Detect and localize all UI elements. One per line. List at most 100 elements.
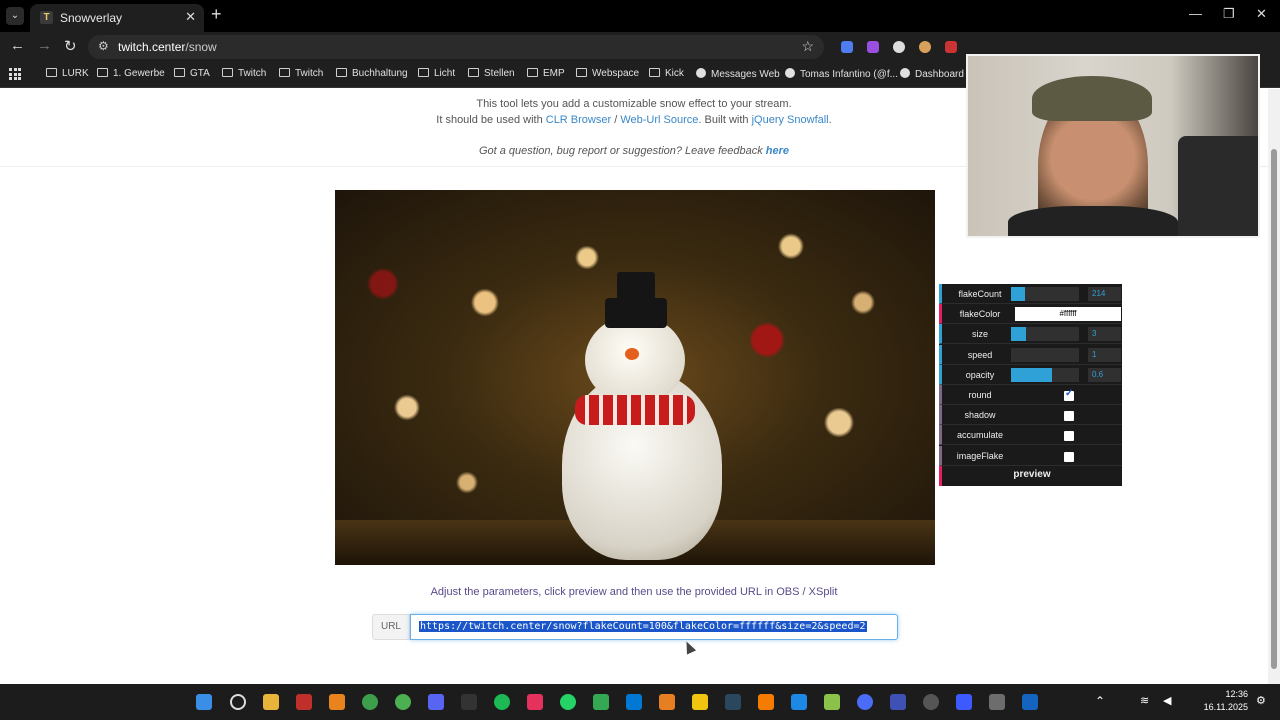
- extension-icon[interactable]: [867, 41, 879, 53]
- flakecount-slider[interactable]: [1011, 287, 1079, 301]
- steam-icon[interactable]: [725, 694, 741, 710]
- preview-button[interactable]: preview: [939, 466, 1122, 486]
- web-url-source-link[interactable]: Web-Url Source: [620, 114, 698, 126]
- bookmark-folder[interactable]: Stellen: [468, 68, 515, 79]
- search-icon[interactable]: [230, 694, 246, 710]
- spotify-icon[interactable]: [494, 694, 510, 710]
- discord-icon[interactable]: [428, 694, 444, 710]
- accumulate-checkbox[interactable]: [1064, 431, 1074, 441]
- extension-icon[interactable]: [945, 41, 957, 53]
- instructions-text: Adjust the parameters, click preview and…: [430, 586, 838, 598]
- back-button[interactable]: ←: [10, 37, 25, 54]
- opacity-slider[interactable]: [1011, 368, 1079, 382]
- app-icon[interactable]: [758, 694, 774, 710]
- epic-games-icon[interactable]: [461, 694, 477, 710]
- app-icon[interactable]: [890, 694, 906, 710]
- chrome-icon[interactable]: [395, 694, 411, 710]
- size-slider[interactable]: [1011, 327, 1079, 341]
- globe-icon: [696, 68, 706, 78]
- minimize-button[interactable]: —: [1189, 6, 1202, 21]
- bookmark-link[interactable]: Tomas Infantino (@f...: [785, 68, 898, 80]
- volume-icon[interactable]: ◀: [1163, 694, 1171, 707]
- vlc-icon[interactable]: [329, 694, 345, 710]
- whatsapp-icon[interactable]: [560, 694, 576, 710]
- filezilla-icon[interactable]: [296, 694, 312, 710]
- tab-snowverlay[interactable]: T Snowverlay ✕: [30, 4, 204, 32]
- app-icon[interactable]: [791, 694, 807, 710]
- url-output-group: URL https://twitch.center/snow?flakeCoun…: [372, 614, 898, 640]
- feedback-here-link[interactable]: here: [766, 145, 789, 157]
- bookmark-folder[interactable]: LURK: [46, 68, 89, 79]
- forward-button[interactable]: →: [37, 37, 52, 54]
- address-bar[interactable]: ⚙ twitch.center/snow ☆: [88, 35, 824, 59]
- bookmark-folder[interactable]: EMP: [527, 68, 565, 79]
- notifications-icon[interactable]: ⚙: [1256, 694, 1266, 707]
- speed-slider[interactable]: [1011, 348, 1079, 362]
- app-icon[interactable]: [1022, 694, 1038, 710]
- close-window-button[interactable]: ✕: [1256, 6, 1267, 22]
- imageflake-checkbox[interactable]: [1064, 452, 1074, 462]
- app-icon[interactable]: [989, 694, 1005, 710]
- wifi-icon[interactable]: ≋: [1140, 694, 1149, 707]
- folder-icon: [468, 68, 479, 77]
- globe-icon: [785, 68, 795, 78]
- size-input[interactable]: 3: [1088, 327, 1121, 341]
- file-explorer-icon[interactable]: [263, 694, 279, 710]
- tab-search-dropdown[interactable]: ⌄: [6, 7, 24, 25]
- bookmark-folder[interactable]: Licht: [418, 68, 455, 79]
- bookmark-folder[interactable]: Twitch: [279, 68, 323, 79]
- bookmark-link[interactable]: Messages Web: [696, 68, 780, 80]
- site-info-icon[interactable]: ⚙: [98, 39, 109, 53]
- chrome-icon[interactable]: [362, 694, 378, 710]
- clock-time[interactable]: 12:36: [1200, 689, 1248, 699]
- bookmark-folder[interactable]: Webspace: [576, 68, 639, 79]
- opacity-input[interactable]: 0.6: [1088, 368, 1121, 382]
- accumulate-control: accumulate: [939, 425, 1122, 445]
- jquery-snowfall-link[interactable]: jQuery Snowfall: [752, 114, 829, 126]
- speed-input[interactable]: 1: [1088, 348, 1121, 362]
- app-icon[interactable]: [593, 694, 609, 710]
- bookmark-folder[interactable]: Twitch: [222, 68, 266, 79]
- folder-icon: [336, 68, 347, 77]
- new-tab-button[interactable]: +: [211, 4, 222, 25]
- apps-grid-icon[interactable]: [9, 68, 21, 80]
- reload-button[interactable]: ↻: [64, 37, 77, 55]
- flakecount-input[interactable]: 214: [1088, 287, 1121, 301]
- snow-preview-image: [335, 190, 935, 565]
- folder-icon: [576, 68, 587, 77]
- tab-strip: ⌄ T Snowverlay ✕ + — ❐ ✕: [0, 0, 1280, 32]
- address-url: twitch.center/snow: [118, 40, 217, 54]
- clock-date[interactable]: 16.11.2025: [1196, 702, 1248, 712]
- extension-icon[interactable]: [893, 41, 905, 53]
- bookmark-folder[interactable]: Kick: [649, 68, 684, 79]
- app-icon[interactable]: [527, 694, 543, 710]
- app-icon[interactable]: [692, 694, 708, 710]
- extension-icon[interactable]: [841, 41, 853, 53]
- clr-browser-link[interactable]: CLR Browser: [546, 114, 611, 126]
- round-checkbox[interactable]: [1064, 388, 1074, 401]
- obs-icon[interactable]: [923, 694, 939, 710]
- shadow-control: shadow: [939, 405, 1122, 425]
- bookmark-folder[interactable]: GTA: [174, 68, 210, 79]
- app-icon[interactable]: [857, 694, 873, 710]
- start-icon[interactable]: [196, 694, 212, 710]
- close-tab-icon[interactable]: ✕: [185, 9, 196, 25]
- bookmark-folder[interactable]: 1. Gewerbe: [97, 68, 165, 79]
- tray-overflow-icon[interactable]: ⌃: [1095, 694, 1105, 708]
- app-icon[interactable]: [956, 694, 972, 710]
- folder-icon: [174, 68, 185, 77]
- maximize-button[interactable]: ❐: [1223, 6, 1235, 22]
- page-scrollbar[interactable]: [1268, 89, 1280, 684]
- flakecolor-input[interactable]: #ffffff: [1015, 307, 1121, 321]
- bookmark-link[interactable]: Dashboard: [900, 68, 964, 80]
- bookmark-star-icon[interactable]: ☆: [801, 38, 814, 55]
- shadow-checkbox[interactable]: [1064, 411, 1074, 421]
- mouse-cursor-icon: [681, 639, 697, 655]
- extension-icon[interactable]: [919, 41, 931, 53]
- vscode-icon[interactable]: [626, 694, 642, 710]
- folder-icon: [279, 68, 290, 77]
- app-icon[interactable]: [659, 694, 675, 710]
- app-icon[interactable]: [824, 694, 840, 710]
- bookmark-folder[interactable]: Buchhaltung: [336, 68, 408, 79]
- url-output-field[interactable]: https://twitch.center/snow?flakeCount=10…: [410, 614, 898, 640]
